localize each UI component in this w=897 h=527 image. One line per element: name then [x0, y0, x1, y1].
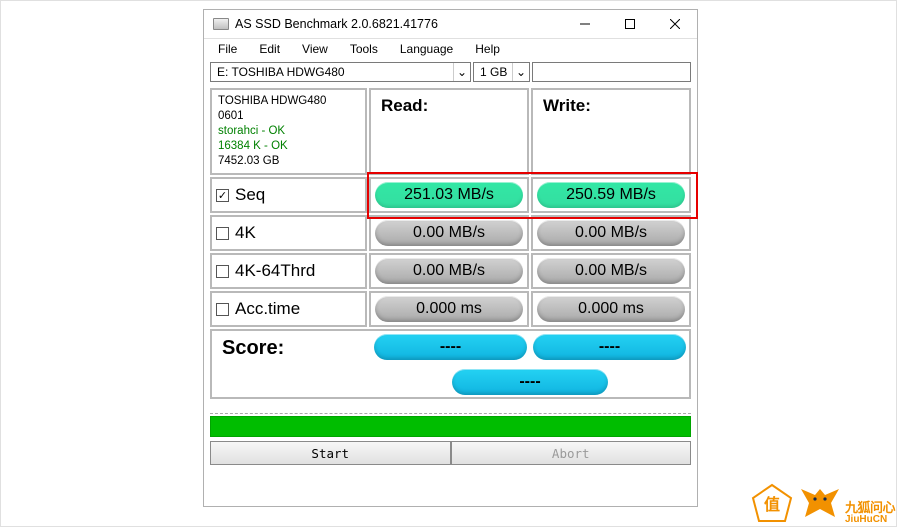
score-total: ---- [452, 369, 608, 395]
abort-button[interactable]: Abort [451, 441, 692, 465]
window-title: AS SSD Benchmark 2.0.6821.41776 [235, 17, 562, 31]
seq-label: Seq [235, 185, 265, 205]
drive-info-panel: TOSHIBA HDWG480 0601 storahci - OK 16384… [210, 88, 367, 175]
score-label: Score: [212, 331, 371, 366]
maximize-icon [625, 19, 635, 29]
drive-capacity: 7452.03 GB [218, 154, 359, 169]
drive-select[interactable]: E: TOSHIBA HDWG480 ⌄ [210, 62, 471, 82]
watermark-icon-zhi: 值 [749, 483, 795, 525]
menu-tools[interactable]: Tools [340, 40, 390, 58]
header-row: TOSHIBA HDWG480 0601 storahci - OK 16384… [209, 87, 692, 176]
separator [210, 403, 691, 414]
progress-bar [210, 416, 691, 437]
k464-label: 4K-64Thrd [235, 261, 315, 281]
size-select[interactable]: 1 GB ⌄ [473, 62, 530, 82]
k4-read-value: 0.00 MB/s [375, 220, 523, 246]
titlebar: AS SSD Benchmark 2.0.6821.41776 [204, 10, 697, 39]
drive-firmware: 0601 [218, 109, 359, 124]
row-seq: ✓ Seq 251.03 MB/s 250.59 MB/s [209, 176, 692, 214]
selection-row: E: TOSHIBA HDWG480 ⌄ 1 GB ⌄ [204, 59, 697, 87]
watermark-sub: JiuHuCN [845, 515, 895, 525]
k464-label-cell: 4K-64Thrd [210, 253, 367, 289]
maximize-button[interactable] [607, 10, 652, 38]
watermarks: 值 九狐问心 JiuHuCN [749, 483, 895, 525]
acc-write-value: 0.000 ms [537, 296, 685, 322]
close-button[interactable] [652, 10, 697, 38]
drive-model: TOSHIBA HDWG480 [218, 94, 359, 109]
seq-checkbox[interactable]: ✓ [216, 189, 229, 202]
watermark-icon-fox [795, 483, 845, 525]
k4-label-cell: 4K [210, 215, 367, 251]
search-input[interactable] [532, 62, 691, 82]
watermark-brand: 九狐问心 [845, 501, 895, 515]
acc-checkbox[interactable] [216, 303, 229, 316]
row-4k64: 4K-64Thrd 0.00 MB/s 0.00 MB/s [209, 252, 692, 290]
score-read: ---- [374, 334, 527, 360]
score-write: ---- [533, 334, 686, 360]
size-select-value: 1 GB [480, 65, 507, 79]
chevron-down-icon: ⌄ [453, 63, 470, 81]
k464-read-value: 0.00 MB/s [375, 258, 523, 284]
app-icon [213, 18, 229, 30]
chevron-down-icon: ⌄ [512, 63, 529, 81]
seq-read-value: 251.03 MB/s [375, 182, 523, 208]
acc-label: Acc.time [235, 299, 300, 319]
minimize-button[interactable] [562, 10, 607, 38]
close-icon [670, 19, 680, 29]
seq-label-cell: ✓ Seq [210, 177, 367, 213]
svg-text:值: 值 [764, 495, 780, 514]
seq-write-value: 250.59 MB/s [537, 182, 685, 208]
menu-view[interactable]: View [292, 40, 340, 58]
menu-bar: File Edit View Tools Language Help [204, 39, 697, 59]
header-write: Write: [531, 88, 691, 175]
menu-file[interactable]: File [208, 40, 249, 58]
app-window: AS SSD Benchmark 2.0.6821.41776 File Edi… [203, 9, 698, 507]
menu-edit[interactable]: Edit [249, 40, 292, 58]
button-row: Start Abort [210, 441, 691, 477]
k4-write-value: 0.00 MB/s [537, 220, 685, 246]
menu-help[interactable]: Help [465, 40, 512, 58]
score-panel: Score: ---- ---- ---- [210, 329, 691, 399]
minimize-icon [580, 19, 590, 29]
drive-driver: storahci - OK [218, 124, 359, 139]
row-4k: 4K 0.00 MB/s 0.00 MB/s [209, 214, 692, 252]
k464-write-value: 0.00 MB/s [537, 258, 685, 284]
header-read: Read: [369, 88, 529, 175]
watermark-text: 九狐问心 JiuHuCN [845, 501, 895, 525]
start-button[interactable]: Start [210, 441, 451, 465]
k4-label: 4K [235, 223, 256, 243]
drive-alignment: 16384 K - OK [218, 139, 359, 154]
drive-select-value: E: TOSHIBA HDWG480 [217, 65, 345, 79]
acc-read-value: 0.000 ms [375, 296, 523, 322]
k4-checkbox[interactable] [216, 227, 229, 240]
row-acc: Acc.time 0.000 ms 0.000 ms [209, 290, 692, 328]
k464-checkbox[interactable] [216, 265, 229, 278]
menu-language[interactable]: Language [390, 40, 465, 58]
acc-label-cell: Acc.time [210, 291, 367, 327]
